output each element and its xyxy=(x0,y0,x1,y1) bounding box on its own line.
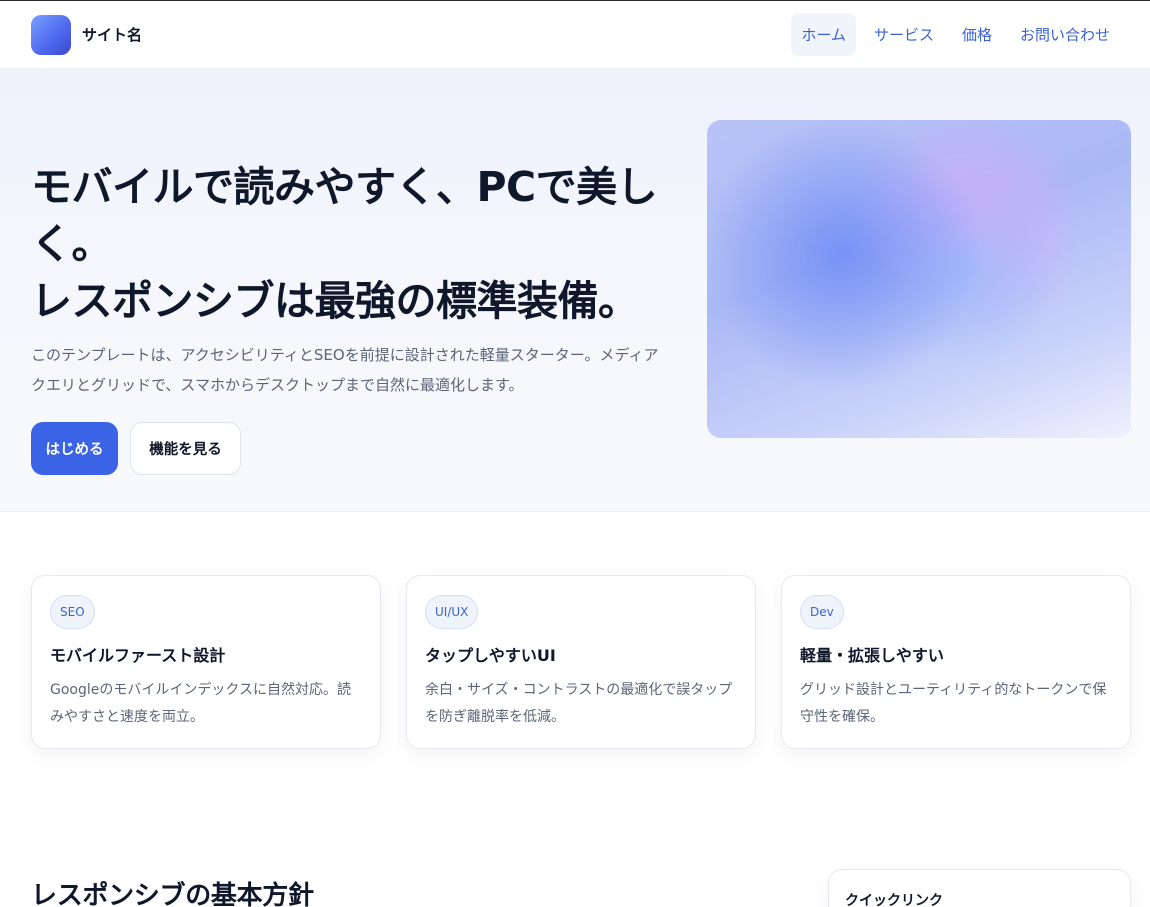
feature-badge: Dev xyxy=(800,595,844,629)
quick-links-card: クイックリンク xyxy=(828,869,1131,907)
feature-badge: UI/UX xyxy=(425,595,479,629)
nav-services[interactable]: サービス xyxy=(864,13,944,56)
policy-section-title: レスポンシブの基本方針 xyxy=(31,881,314,907)
feature-text: 余白・サイズ・コントラストの最適化で誤タップを防ぎ離脱率を低減。 xyxy=(425,682,733,725)
feature-card-seo: SEO モバイルファースト設計 Googleのモバイルインデックスに自然対応。読… xyxy=(31,575,381,749)
nav-contact[interactable]: お問い合わせ xyxy=(1010,13,1120,56)
site-name: サイト名 xyxy=(82,26,143,44)
site-header: サイト名 ホーム サービス 価格 お問い合わせ xyxy=(0,1,1150,69)
feature-badge: SEO xyxy=(50,595,95,629)
features-grid: SEO モバイルファースト設計 Googleのモバイルインデックスに自然対応。読… xyxy=(31,575,1131,749)
feature-title: 軽量・拡張しやすい xyxy=(800,646,944,665)
feature-card-uiux: UI/UX タップしやすいUI 余白・サイズ・コントラストの最適化で誤タップを防… xyxy=(406,575,756,749)
feature-card-dev: Dev 軽量・拡張しやすい グリッド設計とユーティリティ的なトークンで保守性を確… xyxy=(781,575,1131,749)
get-started-button[interactable]: はじめる xyxy=(31,422,118,475)
feature-text: Googleのモバイルインデックスに自然対応。読みやすさと速度を両立。 xyxy=(50,682,351,725)
hero-description: このテンプレートは、アクセシビリティとSEOを前提に設計された軽量スターター。メ… xyxy=(31,346,659,394)
hero-title-line2: レスポンシブは最強の標準装備。 xyxy=(31,277,639,325)
hero-title-line1: モバイルで読みやすく、PCで美しく。 xyxy=(31,163,658,268)
feature-title: タップしやすいUI xyxy=(425,646,556,665)
brand[interactable]: サイト名 xyxy=(31,14,143,55)
main-nav: ホーム サービス 価格 お問い合わせ xyxy=(791,13,1120,56)
site-logo-icon xyxy=(31,14,71,55)
quick-links-title: クイックリンク xyxy=(845,893,943,907)
hero-gradient-image xyxy=(707,120,1131,438)
view-features-button[interactable]: 機能を見る xyxy=(130,422,241,475)
nav-pricing[interactable]: 価格 xyxy=(952,13,1002,56)
page: サイト名 ホーム サービス 価格 お問い合わせ モバイルで読みやすく、PCで美し… xyxy=(0,0,1150,907)
hero-title: モバイルで読みやすく、PCで美しく。 レスポンシブは最強の標準装備。 xyxy=(31,159,671,330)
feature-text: グリッド設計とユーティリティ的なトークンで保守性を確保。 xyxy=(800,682,1107,725)
hero-section: モバイルで読みやすく、PCで美しく。 レスポンシブは最強の標準装備。 このテンプ… xyxy=(0,69,1150,512)
hero-actions: はじめる 機能を見る xyxy=(31,422,671,475)
hero-content: モバイルで読みやすく、PCで美しく。 レスポンシブは最強の標準装備。 このテンプ… xyxy=(31,159,671,475)
nav-home[interactable]: ホーム xyxy=(791,13,856,56)
feature-title: モバイルファースト設計 xyxy=(50,646,226,665)
